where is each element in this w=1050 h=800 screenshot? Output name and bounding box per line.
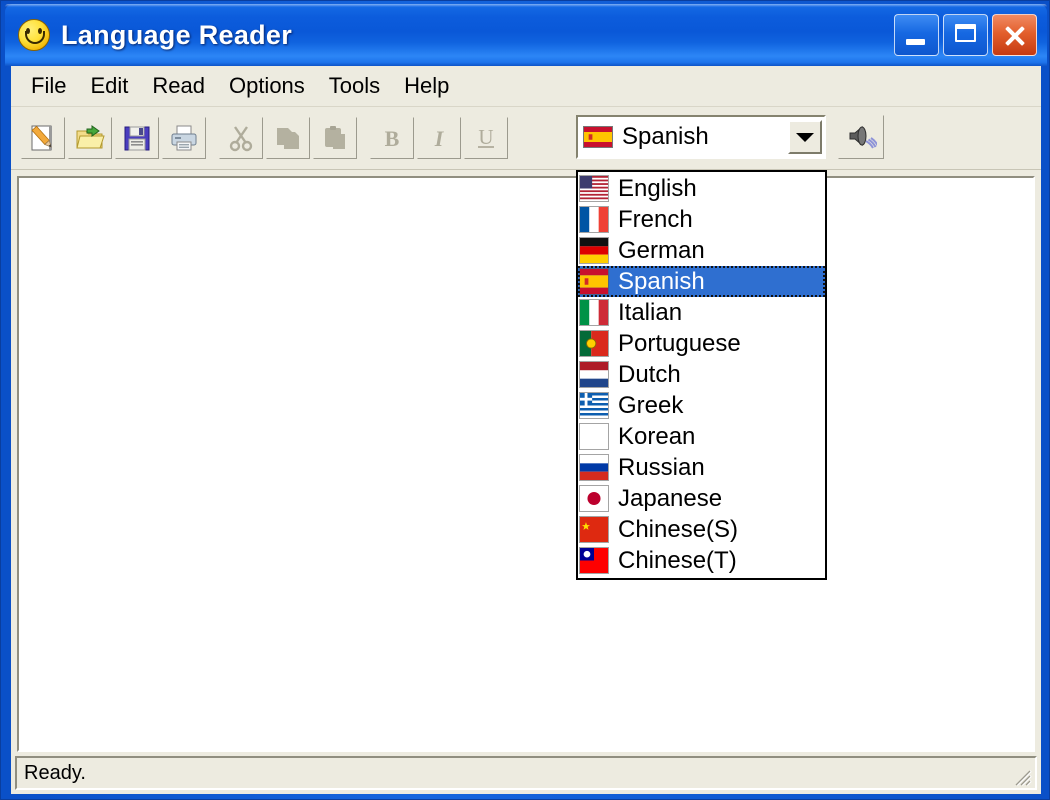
language-option-label: German — [618, 236, 705, 264]
language-option-french[interactable]: French — [578, 204, 825, 235]
smiley-mouth — [25, 31, 45, 44]
resize-grip[interactable] — [1011, 765, 1033, 787]
clipboard-paste-icon — [325, 126, 345, 149]
language-option-dutch[interactable]: Dutch — [578, 359, 825, 390]
language-combobox[interactable]: Spanish — [576, 115, 826, 159]
language-option-label: Greek — [618, 391, 684, 419]
scissors-icon — [229, 126, 253, 152]
maximize-icon — [955, 24, 976, 42]
open-file-button[interactable] — [68, 117, 112, 159]
flag-spain-icon — [579, 268, 609, 295]
language-option-chineset[interactable]: Chinese(T) — [578, 545, 825, 576]
window-controls — [894, 14, 1037, 56]
menu-bar: File Edit Read Options Tools Help — [11, 66, 1041, 107]
minimize-button[interactable] — [894, 14, 939, 56]
language-option-label: Chinese(S) — [618, 515, 739, 543]
flag-united-states-icon — [579, 175, 609, 202]
flag-netherlands-icon — [579, 361, 609, 388]
maximize-button[interactable] — [943, 14, 988, 56]
open-folder-icon — [76, 125, 105, 149]
flag-japan-icon — [579, 485, 609, 512]
combobox-dropdown-button[interactable] — [788, 120, 822, 154]
flag-taiwan-icon — [579, 547, 609, 574]
cut-button[interactable] — [219, 117, 263, 159]
language-option-label: Chinese(T) — [618, 546, 737, 574]
flag-germany-icon — [579, 237, 609, 264]
speak-button[interactable] — [838, 115, 884, 159]
italic-button[interactable]: I — [417, 117, 461, 159]
italic-icon: I — [434, 126, 445, 151]
smiley-face-icon — [18, 19, 50, 51]
floppy-disk-icon — [124, 126, 150, 151]
title-bar-gloss — [5, 4, 1047, 7]
bold-button[interactable]: B — [370, 117, 414, 159]
copy-button[interactable] — [266, 117, 310, 159]
window-title: Language Reader — [61, 19, 293, 50]
underline-icon: U — [478, 125, 494, 149]
status-bar: Ready. — [15, 756, 1037, 790]
application-window: Language Reader File Edit Read Options T… — [0, 0, 1050, 800]
svg-text:U: U — [478, 125, 493, 149]
menu-item-read[interactable]: Read — [140, 71, 217, 101]
document-text-area[interactable] — [19, 178, 1033, 750]
language-option-japanese[interactable]: Japanese — [578, 483, 825, 514]
svg-text:B: B — [385, 126, 400, 151]
language-option-english[interactable]: English — [578, 173, 825, 204]
language-option-chineses[interactable]: Chinese(S) — [578, 514, 825, 545]
title-bar[interactable]: Language Reader — [5, 4, 1047, 66]
speaker-icon — [849, 125, 877, 149]
menu-item-file[interactable]: File — [19, 71, 78, 101]
print-button[interactable] — [162, 117, 206, 159]
menu-item-edit[interactable]: Edit — [78, 71, 140, 101]
close-button[interactable] — [992, 14, 1037, 56]
toolbar: B I U Spanish — [11, 107, 1041, 170]
client-area: File Edit Read Options Tools Help B I U … — [11, 66, 1041, 794]
flag-russia-icon — [579, 454, 609, 481]
svg-text:I: I — [434, 126, 445, 151]
language-option-label: Dutch — [618, 360, 681, 388]
language-combobox-value: Spanish — [622, 123, 709, 150]
flag-spain-icon — [583, 126, 613, 148]
language-option-label: English — [618, 174, 697, 202]
menu-item-options[interactable]: Options — [217, 71, 317, 101]
document-editor-panel — [17, 176, 1035, 752]
language-option-italian[interactable]: Italian — [578, 297, 825, 328]
language-option-label: Japanese — [618, 484, 723, 512]
language-option-russian[interactable]: Russian — [578, 452, 825, 483]
new-document-icon — [31, 125, 52, 151]
language-option-label: Italian — [618, 298, 683, 326]
minimize-icon — [906, 39, 925, 45]
language-option-spanish[interactable]: Spanish — [578, 266, 825, 297]
status-bar-text: Ready. — [24, 761, 86, 784]
paste-button[interactable] — [313, 117, 357, 159]
flag-china-icon — [579, 516, 609, 543]
new-document-button[interactable] — [21, 117, 65, 159]
menu-item-help[interactable]: Help — [392, 71, 461, 101]
chevron-down-icon — [796, 132, 814, 142]
language-option-german[interactable]: German — [578, 235, 825, 266]
language-option-greek[interactable]: Greek — [578, 390, 825, 421]
underline-button[interactable]: U — [464, 117, 508, 159]
language-option-label: Portuguese — [618, 329, 741, 357]
language-option-label: Korean — [618, 422, 696, 450]
language-option-korean[interactable]: Korean — [578, 421, 825, 452]
language-option-portuguese[interactable]: Portuguese — [578, 328, 825, 359]
language-option-label: Spanish — [618, 267, 705, 295]
flag-south-korea-icon — [579, 423, 609, 450]
flag-france-icon — [579, 206, 609, 233]
flag-portugal-icon — [579, 330, 609, 357]
language-option-label: Russian — [618, 453, 705, 481]
printer-icon — [171, 125, 197, 151]
flag-greece-icon — [579, 392, 609, 419]
copy-pages-icon — [277, 128, 299, 149]
save-file-button[interactable] — [115, 117, 159, 159]
language-option-label: French — [618, 205, 693, 233]
language-dropdown-list[interactable]: English French German Spanish Italian Portugu… — [576, 170, 827, 580]
flag-italy-icon — [579, 299, 609, 326]
bold-icon: B — [385, 126, 400, 151]
menu-item-tools[interactable]: Tools — [317, 71, 392, 101]
